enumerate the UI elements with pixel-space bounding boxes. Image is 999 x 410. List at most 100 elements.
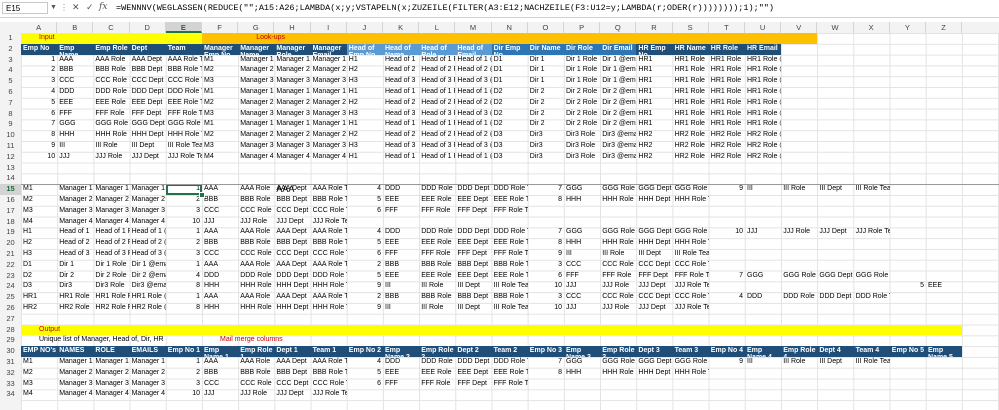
table-cell[interactable]: CCC Dept bbox=[636, 292, 672, 303]
table-cell[interactable]: Dir 2 bbox=[57, 271, 93, 282]
table-cell[interactable]: HHH Dept bbox=[636, 368, 672, 379]
table-cell[interactable]: Head of 1 Role bbox=[419, 119, 455, 130]
table-cell[interactable]: GGG Role bbox=[600, 357, 636, 368]
table-cell[interactable]: III Role Team bbox=[492, 281, 528, 292]
table-cell[interactable]: DDD Dept bbox=[455, 357, 491, 368]
table-cell[interactable]: AAA Role bbox=[238, 260, 274, 271]
table-cell[interactable]: FFF bbox=[383, 379, 419, 390]
table-cell[interactable]: M1 bbox=[202, 55, 238, 66]
table-cell[interactable]: HHH bbox=[564, 195, 600, 206]
table-cell[interactable]: H2 bbox=[347, 130, 383, 141]
table-cell[interactable]: Head of 3 Role bbox=[419, 76, 455, 87]
table-cell[interactable]: FFF Role bbox=[419, 206, 455, 217]
column-header-n[interactable]: N bbox=[492, 22, 528, 33]
table-cell[interactable]: H3 bbox=[347, 141, 383, 152]
column-header-s[interactable]: S bbox=[673, 22, 709, 33]
table-cell[interactable]: III Role Team bbox=[854, 184, 890, 195]
table-cell[interactable]: CCC Dept bbox=[274, 206, 310, 217]
table-cell[interactable]: DDD Dept bbox=[817, 292, 853, 303]
table-cell[interactable]: Head of 3 bbox=[383, 76, 419, 87]
table-cell[interactable]: EEE Dept bbox=[455, 195, 491, 206]
table-cell[interactable]: DDD Role bbox=[419, 184, 455, 195]
table-cell[interactable]: 5 bbox=[347, 368, 383, 379]
table-cell[interactable]: FFF Dept bbox=[455, 379, 491, 390]
table-cell[interactable]: DDD bbox=[745, 292, 781, 303]
table-cell[interactable]: GGG Dept bbox=[817, 271, 853, 282]
table-cell[interactable]: DDD bbox=[202, 271, 238, 282]
table-cell[interactable]: BBB bbox=[383, 260, 419, 271]
table-cell[interactable]: Dir3 Role bbox=[93, 281, 129, 292]
table-cell[interactable]: FFF Role Team bbox=[492, 206, 528, 217]
table-cell[interactable]: HR1 Role bbox=[709, 76, 745, 87]
table-cell[interactable]: GGG Role bbox=[600, 227, 636, 238]
table-cell[interactable]: III Dept bbox=[455, 303, 491, 314]
table-cell[interactable]: D1 bbox=[492, 65, 528, 76]
table-cell[interactable]: HR1 Role bbox=[709, 119, 745, 130]
table-cell[interactable]: Head of 2 bbox=[383, 98, 419, 109]
table-cell[interactable]: Dir 1 bbox=[528, 55, 564, 66]
table-cell[interactable]: CCC Role Team bbox=[673, 292, 709, 303]
table-cell[interactable]: FFF Role bbox=[419, 249, 455, 260]
table-cell[interactable]: D3 bbox=[492, 141, 528, 152]
table-cell[interactable]: Manager 1 bbox=[57, 357, 93, 368]
table-cell[interactable]: III Role bbox=[93, 141, 129, 152]
table-cell[interactable]: FFF bbox=[383, 206, 419, 217]
table-cell[interactable]: JJJ Role bbox=[600, 303, 636, 314]
table-cell[interactable]: GGG Role Team bbox=[673, 357, 709, 368]
table-cell[interactable]: FFF Dept bbox=[636, 271, 672, 282]
table-cell[interactable]: Manager 4 bbox=[57, 389, 93, 400]
column-header-c[interactable]: C bbox=[93, 22, 130, 33]
table-cell[interactable]: Head of 1 bbox=[383, 152, 419, 163]
table-cell[interactable]: HR1 bbox=[636, 119, 672, 130]
table-cell[interactable]: Head of 2 bbox=[383, 65, 419, 76]
row-header-29[interactable]: 29 bbox=[0, 335, 21, 346]
table-cell[interactable]: III bbox=[57, 141, 93, 152]
table-cell[interactable]: AAA Role Team bbox=[311, 227, 347, 238]
table-cell[interactable]: 3 bbox=[528, 260, 564, 271]
table-cell[interactable]: III bbox=[383, 281, 419, 292]
table-cell[interactable]: AAA Role bbox=[238, 227, 274, 238]
table-cell[interactable]: AAA bbox=[57, 55, 93, 66]
table-cell[interactable]: M2 bbox=[202, 65, 238, 76]
table-cell[interactable]: HR1 Role @email.address bbox=[745, 119, 781, 130]
row-header-6[interactable]: 6 bbox=[0, 87, 21, 98]
table-cell[interactable]: HR2 bbox=[636, 152, 672, 163]
table-cell[interactable]: Dir 2 @email.address bbox=[600, 98, 636, 109]
table-cell[interactable]: AAA bbox=[202, 357, 238, 368]
table-cell[interactable]: Manager 4 bbox=[238, 152, 274, 163]
table-cell[interactable]: M1 bbox=[202, 87, 238, 98]
column-header-f[interactable]: F bbox=[202, 22, 239, 33]
table-cell[interactable]: Dir 2 Role bbox=[93, 271, 129, 282]
table-cell[interactable]: Dir3 bbox=[57, 281, 93, 292]
table-cell[interactable]: JJJ bbox=[57, 152, 93, 163]
table-cell[interactable]: DDD bbox=[383, 227, 419, 238]
table-cell[interactable]: III Dept bbox=[636, 249, 672, 260]
table-cell[interactable]: Manager 1 bbox=[238, 119, 274, 130]
table-cell[interactable]: JJJ bbox=[202, 217, 238, 228]
table-cell[interactable]: 8 bbox=[166, 281, 202, 292]
table-cell[interactable]: Manager 4 @email.address bbox=[130, 389, 166, 400]
table-cell[interactable]: Dir3 bbox=[528, 152, 564, 163]
table-cell[interactable]: Manager 1 @email.address bbox=[311, 119, 347, 130]
table-cell[interactable]: Dir 2 bbox=[528, 119, 564, 130]
table-cell[interactable]: HR1 Role bbox=[673, 76, 709, 87]
table-cell[interactable]: HHH Role bbox=[238, 281, 274, 292]
table-cell[interactable]: 6 bbox=[21, 109, 57, 120]
table-cell[interactable]: EEE bbox=[383, 271, 419, 282]
table-cell[interactable]: III Role bbox=[781, 184, 817, 195]
table-cell[interactable]: HR1 bbox=[636, 109, 672, 120]
table-cell[interactable]: AAA Dept bbox=[274, 357, 310, 368]
table-cell[interactable]: 1 bbox=[166, 292, 202, 303]
table-cell[interactable]: Manager 2 bbox=[57, 195, 93, 206]
table-cell[interactable]: 2 bbox=[21, 65, 57, 76]
table-cell[interactable]: 8 bbox=[166, 303, 202, 314]
row-header-2[interactable]: 2 bbox=[0, 44, 21, 55]
table-cell[interactable]: HHH Role bbox=[238, 303, 274, 314]
table-cell[interactable]: HR2 Role Role bbox=[93, 303, 129, 314]
table-cell[interactable]: 6 bbox=[347, 206, 383, 217]
column-header-p[interactable]: P bbox=[564, 22, 601, 33]
table-cell[interactable]: EEE bbox=[57, 98, 93, 109]
table-cell[interactable]: GGG bbox=[745, 271, 781, 282]
table-cell[interactable]: DDD Role bbox=[419, 227, 455, 238]
table-cell[interactable]: H2 bbox=[21, 238, 57, 249]
